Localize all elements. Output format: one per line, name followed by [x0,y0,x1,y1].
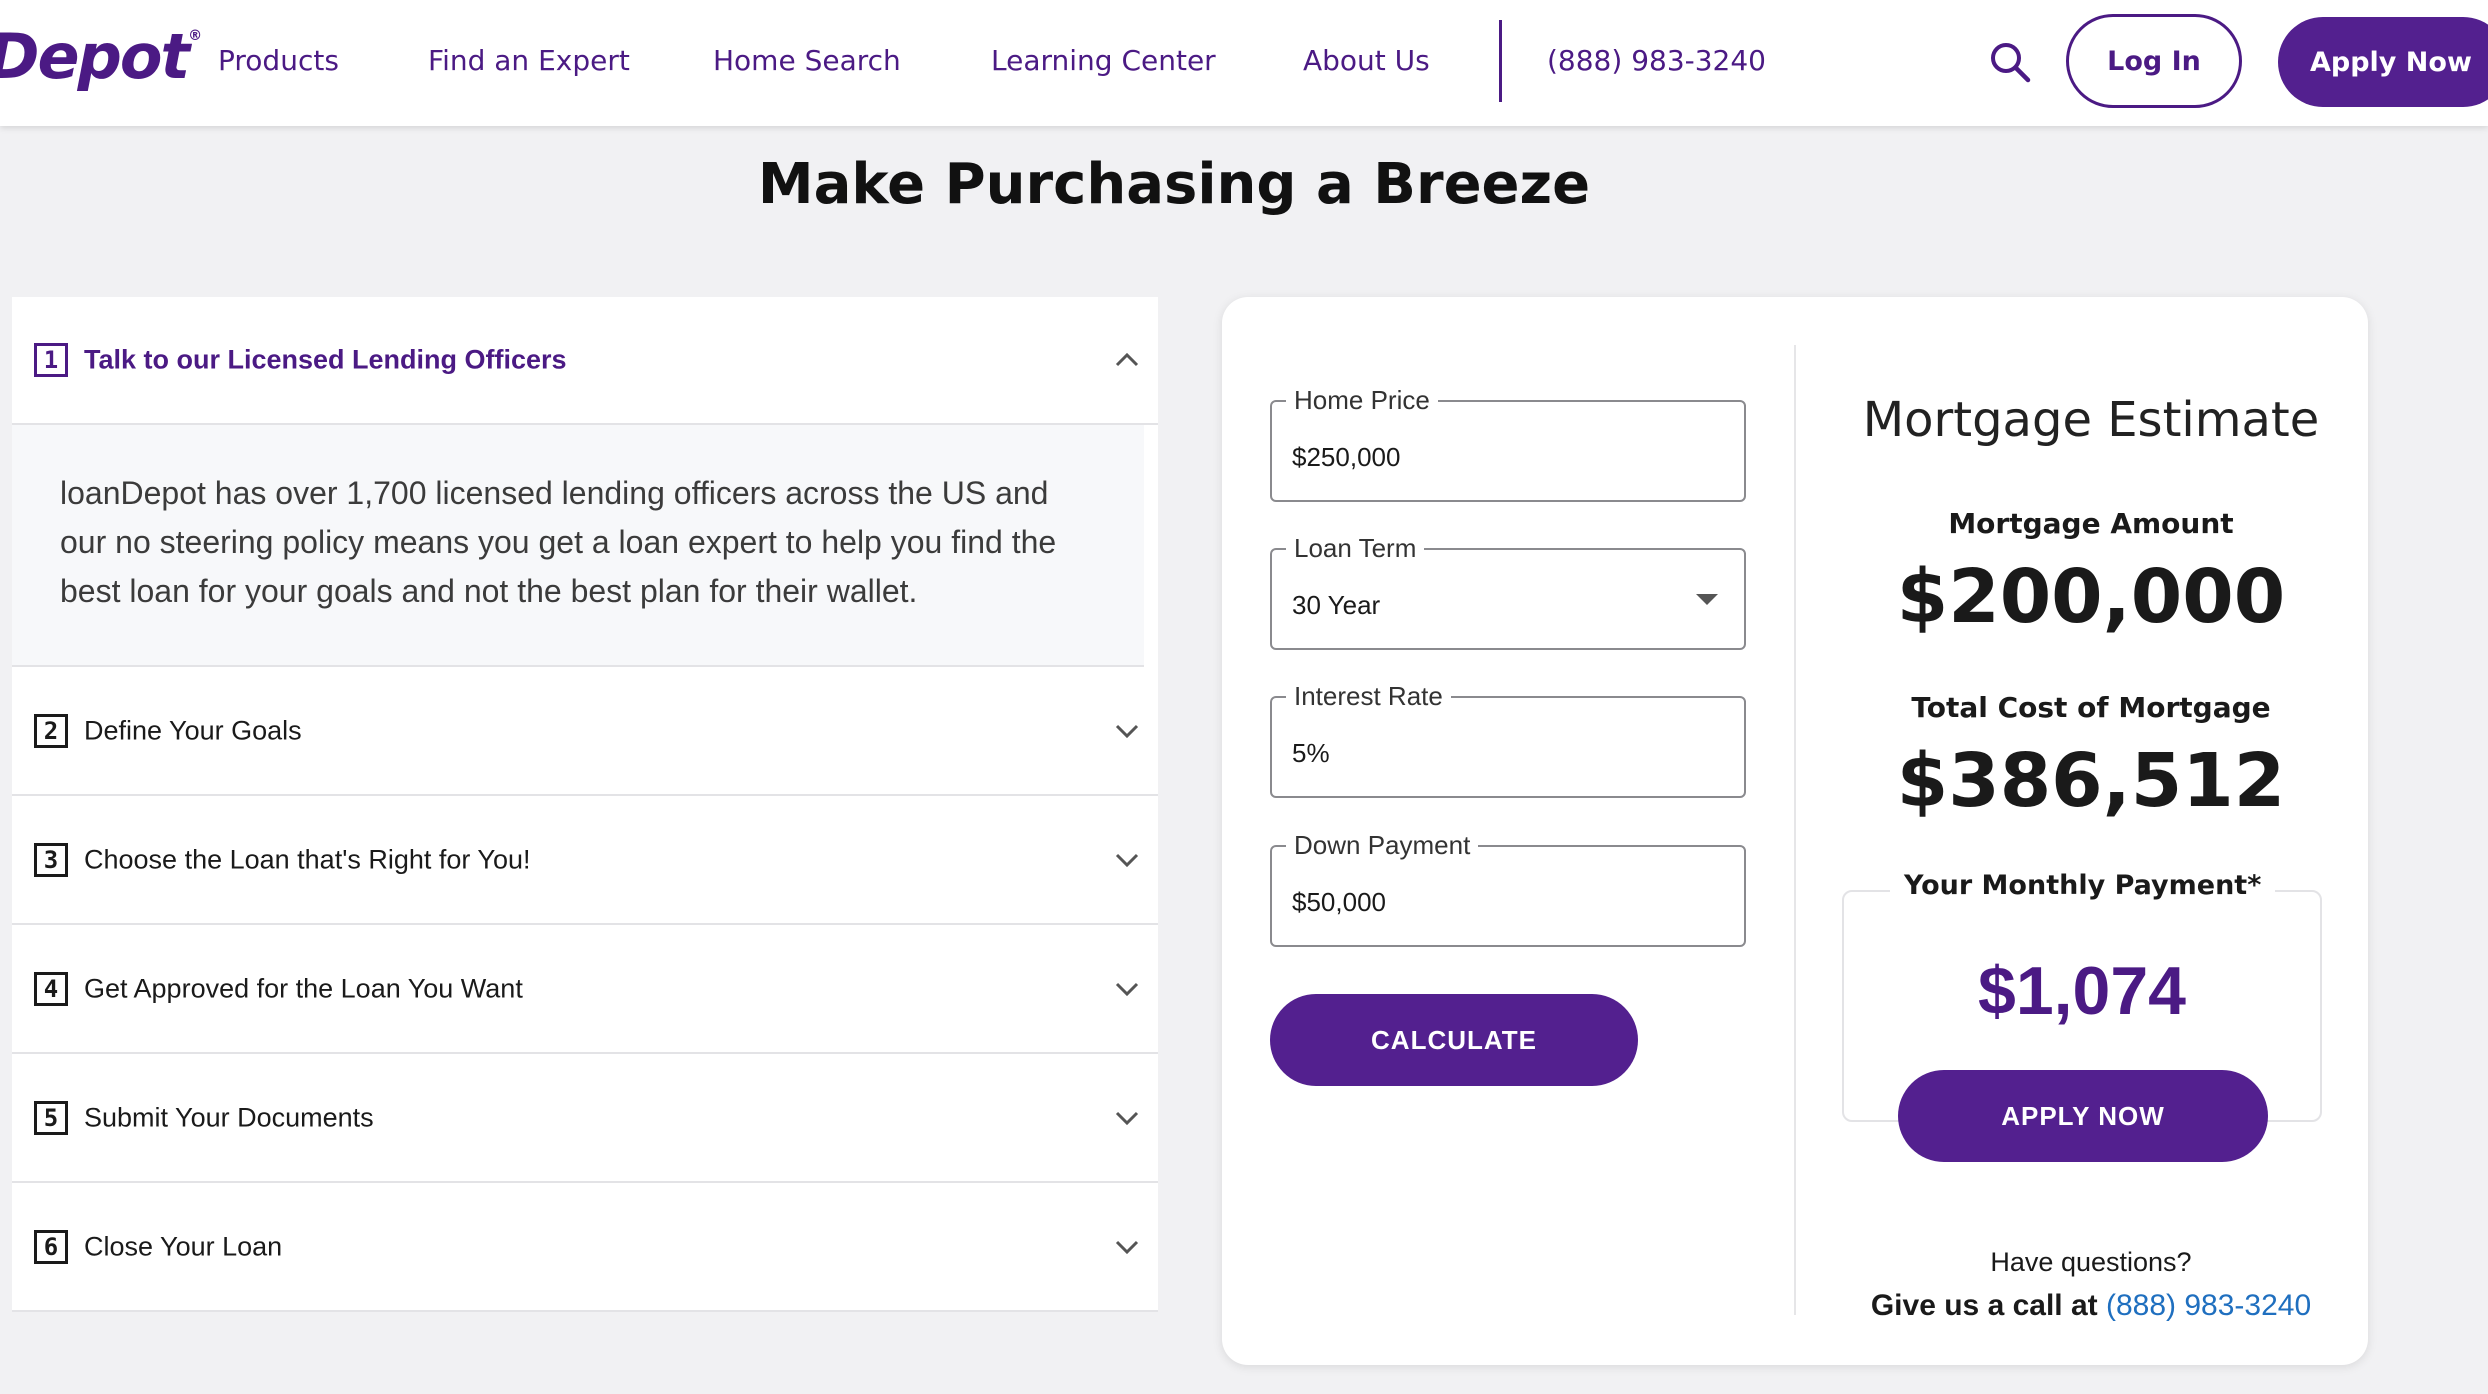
estimate-title: Mortgage Estimate [1862,392,2320,448]
logo-registered-mark: ® [188,28,202,44]
step-number-badge: 3 [34,842,68,877]
home-price-input[interactable]: $250,000 [1292,442,1400,473]
field-label: Loan Term [1286,533,1425,564]
step-title: Talk to our Licensed Lending Officers [84,344,567,375]
calculate-button[interactable]: CALCULATE [1270,994,1638,1086]
loan-term-select[interactable]: Loan Term 30 Year [1270,533,1746,650]
field-label: Interest Rate [1286,681,1451,712]
header-phone-link[interactable]: (888) 983-3240 [1547,44,1766,77]
accordion-step-4[interactable]: 4 Get Approved for the Loan You Want [12,925,1158,1054]
page-title: Make Purchasing a Breeze [757,152,1591,217]
loandepot-logo[interactable]: Depot® [0,20,202,93]
card-divider [1794,345,1796,1315]
steps-accordion: 1 Talk to our Licensed Lending Officers … [12,297,1158,1312]
apply-now-button[interactable]: APPLY NOW [1898,1070,2268,1162]
total-cost-value: $386,512 [1896,738,2286,824]
accordion-step-2[interactable]: 2 Define Your Goals [12,667,1158,796]
step-title: Close Your Loan [84,1231,283,1261]
mortgage-calculator-card: Home Price $250,000 Loan Term 30 Year In… [1222,297,2368,1365]
nav-about-us[interactable]: About Us [1303,44,1430,77]
nav-products[interactable]: Products [218,44,339,77]
step-number-badge: 4 [34,971,68,1006]
nav-divider [1499,20,1502,102]
step-number-badge: 5 [34,1100,68,1135]
accordion-step-3[interactable]: 3 Choose the Loan that's Right for You! [12,796,1158,925]
chevron-down-icon [1115,853,1139,867]
dropdown-caret-icon[interactable] [1696,594,1718,605]
call-phone-link[interactable]: (888) 983-3240 [2106,1289,2311,1322]
nav-learning-center[interactable]: Learning Center [991,44,1216,77]
interest-rate-input[interactable]: 5% [1292,738,1330,769]
step-number-badge: 2 [34,713,68,748]
chevron-down-icon [1115,982,1139,996]
down-payment-field[interactable]: Down Payment $50,000 [1270,830,1746,947]
step-number-badge: 6 [34,1229,68,1264]
field-label: Home Price [1286,385,1438,416]
step-title: Define Your Goals [84,715,302,745]
accordion-step-5[interactable]: 5 Submit Your Documents [12,1054,1158,1183]
home-price-field[interactable]: Home Price $250,000 [1270,385,1746,502]
chevron-up-icon [1115,352,1139,367]
login-button[interactable]: Log In [2066,14,2242,108]
nav-home-search[interactable]: Home Search [713,44,901,77]
step-title: Choose the Loan that's Right for You! [84,844,531,874]
accordion-step-6[interactable]: 6 Close Your Loan [12,1183,1158,1312]
logo-text: Depot [0,20,190,93]
total-cost-label: Total Cost of Mortgage [1911,691,2271,724]
chevron-down-icon [1115,724,1139,738]
questions-text: Have questions? [1990,1247,2192,1277]
chevron-down-icon [1115,1240,1139,1254]
down-payment-input[interactable]: $50,000 [1292,887,1386,918]
step-1-description: loanDepot has over 1,700 licensed lendin… [12,425,1144,667]
chevron-down-icon [1115,1111,1139,1125]
monthly-payment-value: $1,074 [1978,953,2186,1029]
nav-find-an-expert[interactable]: Find an Expert [428,44,630,77]
site-header: Depot® Products Find an Expert Home Sear… [0,0,2488,126]
call-prefix: Give us a call at [1870,1289,2098,1322]
call-us-text: Give us a call at (888) 983-3240 [1826,1289,2356,1323]
apply-now-header-button[interactable]: Apply Now [2278,17,2488,107]
field-label: Down Payment [1286,830,1479,861]
search-icon[interactable] [1988,40,2032,84]
mortgage-amount-label: Mortgage Amount [1948,507,2234,540]
mortgage-amount-value: $200,000 [1896,554,2286,640]
interest-rate-field[interactable]: Interest Rate 5% [1270,681,1746,798]
accordion-step-1[interactable]: 1 Talk to our Licensed Lending Officers [12,297,1158,425]
step-title: Get Approved for the Loan You Want [84,973,523,1003]
step-title: Submit Your Documents [84,1102,374,1132]
step-number-badge: 1 [34,343,68,377]
monthly-payment-label: Your Monthly Payment* [1890,870,2276,901]
loan-term-value[interactable]: 30 Year [1292,590,1380,621]
